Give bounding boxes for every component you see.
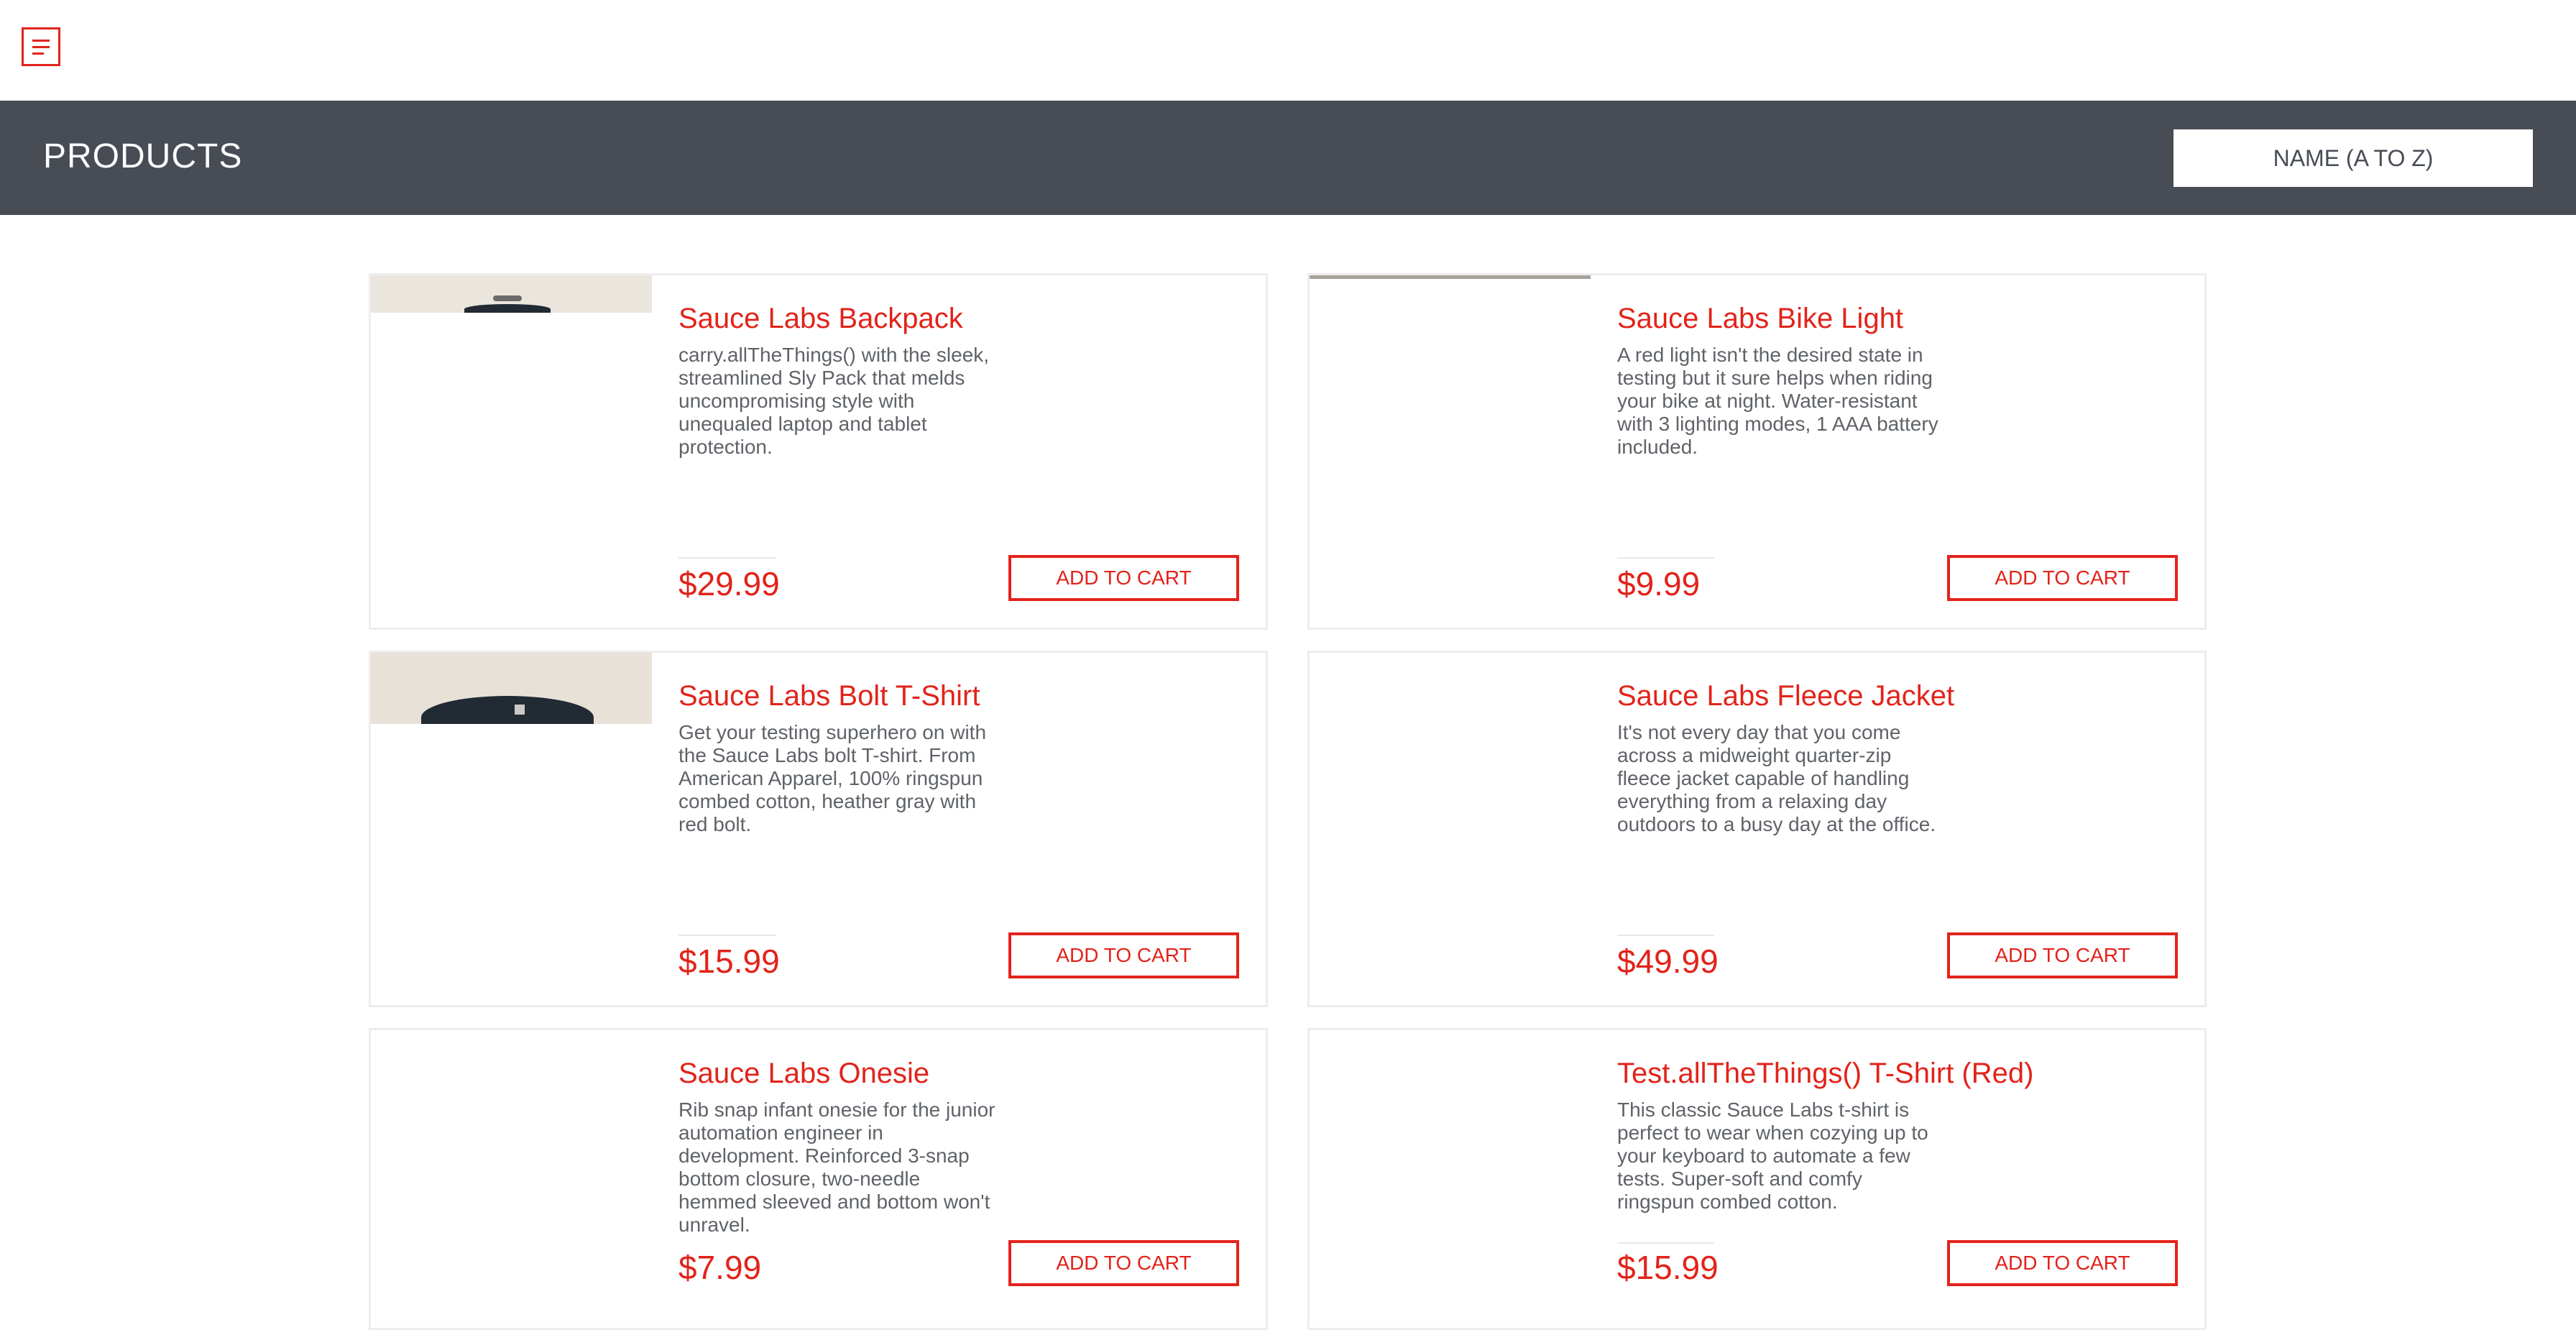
- price-divider: [678, 557, 776, 559]
- product-name[interactable]: Test.allTheThings() T-Shirt (Red): [1617, 1058, 2033, 1090]
- product-description: It's not every day that you come across …: [1617, 721, 1936, 835]
- product-card: Test.allTheThings() T-Shirt (Red) This c…: [1307, 1028, 2207, 1330]
- page-title: PRODUCTS: [43, 137, 243, 175]
- price-divider: [1617, 935, 1714, 936]
- sort-select[interactable]: NAME (A TO Z): [2174, 129, 2533, 187]
- product-description: Rib snap infant onesie for the junior au…: [678, 1099, 995, 1236]
- product-card: Sauce Labs Bolt T-Shirt Get your testing…: [369, 651, 1268, 1007]
- product-price: $7.99: [678, 1249, 762, 1286]
- product-card: Sauce Labs Fleece Jacket It's not every …: [1307, 651, 2207, 1007]
- add-to-cart-button[interactable]: ADD TO CART: [1947, 1240, 2178, 1286]
- product-price: $29.99: [678, 565, 780, 602]
- product-name[interactable]: Sauce Labs Fleece Jacket: [1617, 680, 1954, 712]
- add-to-cart-button[interactable]: ADD TO CART: [1947, 555, 2178, 601]
- product-name[interactable]: Sauce Labs Backpack: [678, 303, 963, 335]
- menu-icon[interactable]: [22, 27, 60, 66]
- product-image[interactable]: [1310, 275, 1591, 279]
- top-bar: [0, 0, 2576, 101]
- product-card: Sauce Labs Onesie Rib snap infant onesie…: [369, 1028, 1268, 1330]
- product-price: $9.99: [1617, 565, 1701, 602]
- add-to-cart-button[interactable]: ADD TO CART: [1008, 555, 1239, 601]
- product-image[interactable]: [371, 275, 652, 313]
- product-name[interactable]: Sauce Labs Bolt T-Shirt: [678, 680, 980, 712]
- product-name[interactable]: Sauce Labs Onesie: [678, 1058, 929, 1090]
- price-divider: [1617, 1242, 1714, 1244]
- price-divider: [1617, 557, 1714, 559]
- product-description: A red light isn't the desired state in t…: [1617, 344, 1938, 458]
- product-price: $15.99: [1617, 1249, 1719, 1286]
- product-price: $15.99: [678, 943, 780, 980]
- product-description: Get your testing superhero on with the S…: [678, 721, 987, 835]
- price-divider: [678, 935, 776, 936]
- add-to-cart-button[interactable]: ADD TO CART: [1008, 1240, 1239, 1286]
- product-description: carry.allTheThings() with the sleek, str…: [678, 344, 990, 458]
- add-to-cart-button[interactable]: ADD TO CART: [1947, 932, 2178, 978]
- product-price: $49.99: [1617, 943, 1719, 980]
- add-to-cart-button[interactable]: ADD TO CART: [1008, 932, 1239, 978]
- product-card: Sauce Labs Backpack carry.allTheThings()…: [369, 273, 1268, 630]
- products-header: PRODUCTS NAME (A TO Z): [0, 101, 2576, 215]
- product-image[interactable]: [371, 653, 652, 724]
- product-card: Sauce Labs Bike Light A red light isn't …: [1307, 273, 2207, 630]
- product-description: This classic Sauce Labs t-shirt is perfe…: [1617, 1099, 1928, 1213]
- product-name[interactable]: Sauce Labs Bike Light: [1617, 303, 1903, 335]
